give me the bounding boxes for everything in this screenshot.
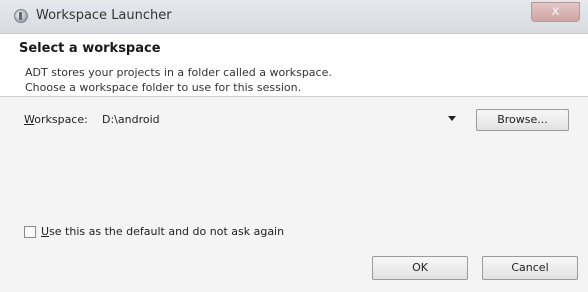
description-line-1: ADT stores your projects in a folder cal… [25, 66, 332, 79]
page-title: Select a workspace [19, 41, 161, 56]
eclipse-icon [14, 9, 28, 23]
cancel-button[interactable]: Cancel [482, 256, 578, 280]
workspace-path-value[interactable]: D:\android [102, 113, 160, 126]
close-button[interactable]: x [531, 2, 580, 22]
title-bar: Workspace Launcher x [0, 0, 588, 34]
browse-button[interactable]: Browse... [476, 109, 569, 131]
default-checkbox-label[interactable]: Use this as the default and do not ask a… [41, 225, 284, 238]
default-checkbox[interactable] [24, 226, 36, 238]
chevron-down-icon[interactable] [448, 116, 456, 121]
header-banner: Select a workspace ADT stores your proje… [0, 34, 588, 97]
ok-button[interactable]: OK [372, 256, 468, 280]
workspace-label-text: orkspace: [34, 113, 88, 126]
default-checkbox-text: se this as the default and do not ask ag… [49, 225, 285, 238]
window-title: Workspace Launcher [36, 8, 172, 23]
workspace-label: Workspace: [24, 113, 88, 126]
close-icon: x [551, 4, 560, 19]
workspace-launcher-dialog: Workspace Launcher x Select a workspace … [0, 0, 588, 292]
description-line-2: Choose a workspace folder to use for thi… [25, 81, 302, 94]
workspace-combo[interactable]: D:\android [100, 110, 464, 128]
default-checkbox-mnemonic: U [41, 225, 50, 238]
workspace-label-mnemonic: W [24, 113, 35, 126]
